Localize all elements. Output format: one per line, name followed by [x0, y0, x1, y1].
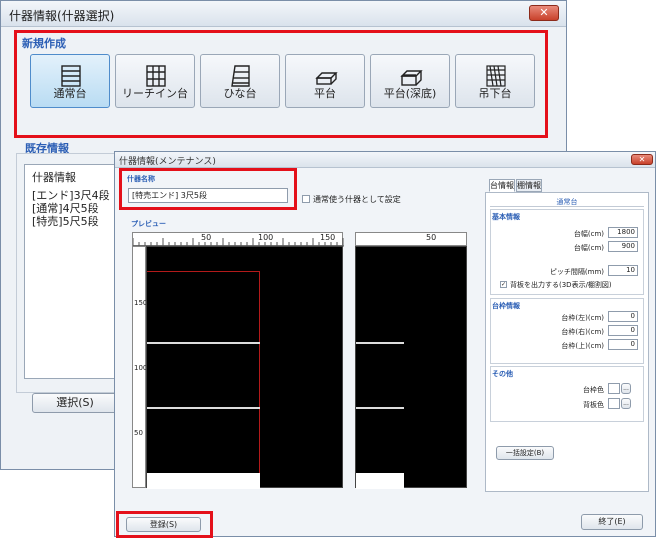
- window-title: 什器情報(什器選択): [9, 9, 115, 23]
- list-item[interactable]: [特売]5尺5段: [32, 213, 99, 229]
- tool-button-normal[interactable]: 通常台: [30, 54, 110, 108]
- name-label: 什器名称: [127, 175, 155, 183]
- existing-fixture-list[interactable]: 什器情報 [エンド]3尺4段 [通常]4尺5段 [特売]5尺5段: [24, 164, 122, 379]
- title-bar: 什器情報(メンテナンス) ✕: [115, 152, 655, 168]
- fixture-outline: [147, 271, 260, 489]
- side-ruler-horizontal: 50: [355, 232, 467, 246]
- close-icon[interactable]: ✕: [529, 5, 559, 21]
- ruler-tick-label: 100: [258, 233, 274, 242]
- tool-label: 吊下台: [478, 87, 512, 100]
- bulk-settings-button[interactable]: 一括設定(B): [496, 446, 554, 460]
- tool-label: ひな台: [223, 87, 257, 100]
- ruler-tick-label: 50: [201, 233, 212, 242]
- tab-shelf-info[interactable]: 棚情報: [516, 179, 542, 192]
- shelf-line: [356, 342, 404, 344]
- tool-label: リーチイン台: [122, 87, 188, 100]
- tool-button-flat[interactable]: 平台: [285, 54, 365, 108]
- new-create-group: 新規作成 通常台 リーチイン台 ひな台 平台 平台(深底) 吊下台: [14, 30, 548, 138]
- divider: [490, 206, 644, 207]
- shelf-line: [356, 407, 404, 409]
- title-bar: 什器情報(什器選択) ✕: [1, 1, 566, 27]
- base-block: [147, 473, 260, 489]
- fixture-settings-panel: 通常台 基本情報 台幅(cm) 1800 台幅(cm) 900 ピッチ間隔(mm…: [485, 192, 649, 492]
- window-title: 什器情報(メンテナンス): [119, 157, 216, 167]
- ruler-tick-label: 150: [320, 233, 336, 242]
- shelf-line: [147, 342, 260, 344]
- checkbox-label: 通常使う什器として設定: [313, 195, 401, 204]
- fixture-maintenance-window: 什器情報(メンテナンス) ✕ 什器名称 [特売エンド] 3尺5段 通常使う什器と…: [114, 151, 656, 538]
- other-section-frame: [490, 366, 644, 422]
- list-header: 什器情報: [32, 171, 76, 184]
- tool-button-tiered[interactable]: ひな台: [200, 54, 280, 108]
- ruler-tick-label: 50: [426, 233, 437, 242]
- basic-section-frame: [490, 209, 644, 295]
- tool-label: 通常台: [53, 87, 87, 100]
- ruler-tick-label: 50: [134, 429, 143, 437]
- preview-ruler-horizontal: 50 100 150: [132, 232, 344, 247]
- exit-button[interactable]: 終了(E): [581, 514, 643, 530]
- tool-label: 平台(深底): [383, 87, 437, 100]
- register-highlight-frame: 登録(S): [116, 511, 213, 538]
- front-view-canvas: [146, 246, 343, 489]
- default-fixture-checkbox[interactable]: [302, 195, 310, 203]
- side-view-canvas: [355, 246, 467, 489]
- preview-label: プレビュー: [131, 220, 166, 228]
- base-block: [356, 473, 404, 489]
- tab-fixture-info[interactable]: 台情報: [489, 179, 515, 192]
- tool-button-deep-flat[interactable]: 平台(深底): [370, 54, 450, 108]
- tool-label: 平台: [314, 87, 336, 100]
- tool-button-hanging[interactable]: 吊下台: [455, 54, 535, 108]
- preview-ruler-vertical: 150 100 50: [132, 246, 147, 488]
- name-field[interactable]: [特売エンド] 3尺5段: [128, 188, 288, 203]
- close-icon[interactable]: ✕: [631, 154, 653, 165]
- select-button[interactable]: 選択(S): [32, 393, 118, 413]
- shelf-line: [147, 407, 260, 409]
- frame-section-frame: [490, 298, 644, 364]
- register-button[interactable]: 登録(S): [126, 517, 201, 532]
- name-highlight-frame: 什器名称 [特売エンド] 3尺5段: [119, 168, 297, 210]
- group-label-new: 新規作成: [22, 37, 66, 50]
- tool-button-reach-in[interactable]: リーチイン台: [115, 54, 195, 108]
